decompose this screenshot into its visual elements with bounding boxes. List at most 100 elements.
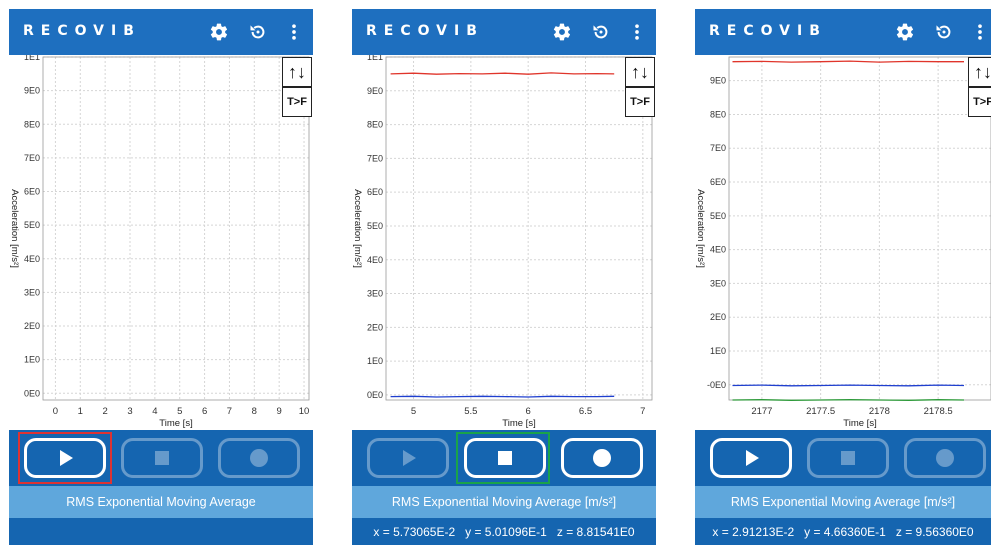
y-tick-label: 8E0	[367, 120, 383, 130]
reset-icon[interactable]	[933, 21, 955, 43]
y-tick-label: 1E1	[24, 55, 40, 62]
recovib-logo: RECOVIB	[709, 23, 827, 39]
plot-frame	[728, 56, 991, 401]
x-tick-label: 4	[152, 406, 157, 417]
record-button[interactable]	[904, 438, 986, 478]
x-tick-label: 2178	[869, 406, 890, 417]
y-tick-label: 2E0	[710, 312, 726, 322]
y-tick-label: 0E0	[367, 390, 383, 400]
chart-area[interactable]: 5 5.5 6 6.5 7 0E0 1E0 2E0 3E0 4E0 5E0 6E0 7E0 8E0 9E0 1…	[352, 55, 656, 430]
x-tick-label: 2	[103, 406, 108, 417]
x-tick-label: 2177	[751, 406, 772, 417]
readout-x: x = 2.91213E-2	[712, 524, 795, 539]
y-axis-label: Acceleration [m/s²]	[695, 189, 706, 268]
time-to-frequency-button[interactable]: T>F	[282, 87, 312, 117]
record-icon	[250, 449, 268, 467]
x-tick-label: 1	[78, 406, 83, 417]
controls-bar	[695, 430, 991, 486]
y-tick-label: 3E0	[710, 278, 726, 288]
x-axis-label: Time [s]	[843, 418, 876, 429]
x-tick-label: 0	[53, 406, 58, 417]
y-tick-label: 8E0	[710, 109, 726, 119]
series-line-1	[390, 395, 615, 398]
axis-swap-button[interactable]: ↑↓	[282, 57, 312, 87]
stop-button[interactable]	[807, 438, 889, 478]
chart-area[interactable]: 2177 2177.5 2178 2178.5 -0E0 1E0 2E0 3E0 4E0 5E0 6…	[695, 55, 991, 430]
play-button[interactable]	[24, 438, 106, 478]
axis-swap-button[interactable]: ↑↓	[625, 57, 655, 87]
y-tick-label: 5E0	[710, 211, 726, 221]
y-tick-label: 6E0	[24, 187, 40, 197]
recovib-logo: RECOVIB	[23, 23, 141, 39]
app-screen-idle: RECOVIB 0 1 2 3 4 5 6 7 8 9 10 0E0 1E0 2E0 3E0 4E0 5E0 6E…	[9, 9, 313, 545]
app-screen-stopped: RECOVIB 2177 2177.5 2178 2178.5 -0E0 1E0 2E0 3E…	[695, 9, 991, 545]
x-tick-label: 2178.5	[924, 406, 953, 417]
controls-bar	[352, 430, 656, 486]
gear-icon[interactable]	[551, 21, 573, 43]
series-line-1	[732, 384, 965, 387]
readout-z: z = 9.56360E0	[895, 524, 974, 539]
x-tick-label: 5	[177, 406, 182, 417]
x-axis-label: Time [s]	[502, 418, 535, 429]
y-tick-label: 5E0	[24, 220, 40, 230]
play-icon	[60, 450, 73, 466]
x-tick-label: 7	[227, 406, 232, 417]
readout-y: y = 4.66360E-1	[804, 524, 886, 539]
y-tick-label: 7E0	[24, 153, 40, 163]
controls-bar	[9, 430, 313, 486]
play-button[interactable]	[710, 438, 792, 478]
x-tick-label: 6.5	[579, 406, 592, 417]
axis-swap-button[interactable]: ↑↓	[968, 57, 991, 87]
gear-icon[interactable]	[894, 21, 916, 43]
chart-area[interactable]: 0 1 2 3 4 5 6 7 8 9 10 0E0 1E0 2E0 3E0 4E0 5E0 6E0 7E0 8E0 9…	[9, 55, 313, 430]
app-bar: RECOVIB	[695, 9, 991, 55]
x-axis-label: Time [s]	[159, 418, 192, 429]
y-tick-label: 1E1	[367, 55, 383, 62]
series-line-2	[732, 399, 965, 401]
more-icon[interactable]	[283, 21, 305, 43]
plot-frame	[42, 56, 310, 401]
time-to-frequency-button[interactable]: T>F	[968, 87, 991, 117]
y-tick-label: 7E0	[367, 153, 383, 163]
measurement-title: RMS Exponential Moving Average [m/s²]	[352, 486, 656, 518]
y-tick-label: -0E0	[707, 380, 726, 390]
x-tick-label: 7	[640, 406, 645, 417]
y-tick-label: 2E0	[24, 321, 40, 331]
y-tick-label: 7E0	[710, 143, 726, 153]
y-tick-label: 1E0	[24, 355, 40, 365]
series-line-0	[732, 60, 964, 63]
x-tick-label: 5	[411, 406, 416, 417]
y-tick-label: 2E0	[367, 322, 383, 332]
record-button[interactable]	[218, 438, 300, 478]
y-tick-label: 4E0	[24, 254, 40, 264]
y-axis-label: Acceleration [m/s²]	[352, 189, 363, 268]
time-to-frequency-button[interactable]: T>F	[625, 87, 655, 117]
gear-icon[interactable]	[208, 21, 230, 43]
reset-icon[interactable]	[247, 21, 269, 43]
x-tick-label: 5.5	[464, 406, 477, 417]
stop-icon	[155, 451, 169, 465]
x-tick-label: 2177.5	[806, 406, 835, 417]
y-tick-label: 3E0	[367, 289, 383, 299]
x-tick-label: 6	[202, 406, 207, 417]
play-button[interactable]	[367, 438, 449, 478]
x-tick-label: 8	[252, 406, 257, 417]
chart-svg: 5 5.5 6 6.5 7 0E0 1E0 2E0 3E0 4E0 5E0 6E0 7E0 8E0 9E0 1…	[352, 55, 653, 429]
stop-button[interactable]	[121, 438, 203, 478]
stop-button[interactable]	[464, 438, 546, 478]
x-tick-label: 6	[526, 406, 531, 417]
y-tick-label: 6E0	[367, 187, 383, 197]
series-line-0	[390, 72, 615, 75]
y-tick-label: 5E0	[367, 221, 383, 231]
y-tick-label: 0E0	[24, 388, 40, 398]
record-button[interactable]	[561, 438, 643, 478]
reset-icon[interactable]	[590, 21, 612, 43]
play-icon	[403, 450, 416, 466]
y-tick-label: 8E0	[24, 119, 40, 129]
more-icon[interactable]	[969, 21, 991, 43]
readout-y: y = 5.01096E-1	[465, 524, 547, 539]
readout-x: x = 5.73065E-2	[373, 524, 456, 539]
app-screen-recording: RECOVIB 5 5.5 6 6.5 7 0E0 1E0 2E0 3E0 4E0 5E0 6E0 7E…	[352, 9, 656, 545]
play-icon	[746, 450, 759, 466]
more-icon[interactable]	[626, 21, 648, 43]
